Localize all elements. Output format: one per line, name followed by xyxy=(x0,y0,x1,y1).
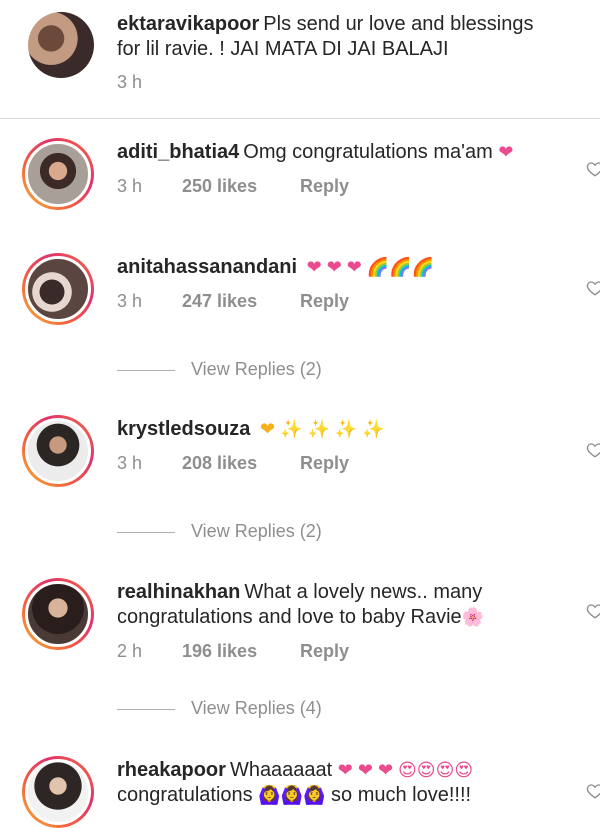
comment-meta: 3 h 250 likes Reply xyxy=(117,176,349,197)
avatar[interactable] xyxy=(22,756,94,828)
replies-line xyxy=(117,369,175,371)
comment-emoji: ❤ ❤ ❤ 😍😍😍😍 xyxy=(337,760,474,780)
comment-emoji: ❤ ❤ ❤ 🌈🌈🌈 xyxy=(306,257,435,277)
view-replies-button[interactable]: View Replies (2) xyxy=(117,521,322,542)
comment-emoji: 🌸 xyxy=(461,607,485,627)
comment-username[interactable]: aditi_bhatia4 xyxy=(117,141,239,163)
avatar[interactable] xyxy=(22,415,94,487)
comment-text: realhinakhan What a lovely news.. many co… xyxy=(117,581,485,628)
like-heart-icon[interactable] xyxy=(586,160,600,178)
comment-time: 3 h xyxy=(117,453,143,473)
comment-emoji: ❤ xyxy=(498,142,514,162)
comment-text: krystledsouza ❤ ✨ ✨ ✨ ✨ xyxy=(117,417,557,442)
like-heart-icon[interactable] xyxy=(586,782,600,800)
caption-meta: 3 h xyxy=(117,72,177,93)
reply-button[interactable]: Reply xyxy=(300,453,349,474)
comment-likes[interactable]: 247 likes xyxy=(182,291,295,312)
reply-button[interactable]: Reply xyxy=(300,176,349,197)
comment-emoji: ❤ ✨ ✨ ✨ ✨ xyxy=(259,419,385,439)
comment-meta: 3 h 208 likes Reply xyxy=(117,453,349,474)
avatar[interactable] xyxy=(28,12,94,78)
replies-line xyxy=(117,531,175,533)
comment-username[interactable]: realhinakhan xyxy=(117,581,240,603)
comment-likes[interactable]: 208 likes xyxy=(182,453,295,474)
comment-likes[interactable]: 250 likes xyxy=(182,176,295,197)
comment-text: rheakapoor Whaaaaaat ❤ ❤ ❤ 😍😍😍😍 congratul… xyxy=(117,759,474,806)
like-heart-icon[interactable] xyxy=(586,279,600,297)
view-replies-button[interactable]: View Replies (2) xyxy=(117,359,322,380)
comment-username[interactable]: krystledsouza xyxy=(117,418,250,440)
comment-time: 3 h xyxy=(117,176,143,196)
comment-meta: 3 h 247 likes Reply xyxy=(117,291,349,312)
like-heart-icon[interactable] xyxy=(586,602,600,620)
comment-emoji: 🙆‍♀️🙆‍♀️🙆‍♀️ xyxy=(258,785,326,805)
divider xyxy=(0,118,600,119)
avatar[interactable] xyxy=(22,578,94,650)
caption: ektaravikapoor Pls send ur love and bless… xyxy=(0,0,600,118)
comment-text: aditi_bhatia4 Omg congratulations ma'am ❤ xyxy=(117,141,514,163)
reply-button[interactable]: Reply xyxy=(300,641,349,662)
caption-text: ektaravikapoor Pls send ur love and bless… xyxy=(117,13,534,60)
like-heart-icon[interactable] xyxy=(586,441,600,459)
reply-button[interactable]: Reply xyxy=(300,291,349,312)
comment-text: anitahassanandani ❤ ❤ ❤ 🌈🌈🌈 xyxy=(117,255,557,280)
caption-time: 3 h xyxy=(117,72,143,92)
comment-time: 2 h xyxy=(117,641,143,661)
caption-username[interactable]: ektaravikapoor xyxy=(117,13,259,35)
avatar[interactable] xyxy=(22,253,94,325)
comment-meta: 2 h 196 likes Reply xyxy=(117,641,349,662)
comment-likes[interactable]: 196 likes xyxy=(182,641,295,662)
comment-time: 3 h xyxy=(117,291,143,311)
avatar[interactable] xyxy=(22,138,94,210)
comment-username[interactable]: anitahassanandani xyxy=(117,256,297,278)
comment-username[interactable]: rheakapoor xyxy=(117,759,226,781)
view-replies-button[interactable]: View Replies (4) xyxy=(117,698,322,719)
replies-line xyxy=(117,708,175,710)
